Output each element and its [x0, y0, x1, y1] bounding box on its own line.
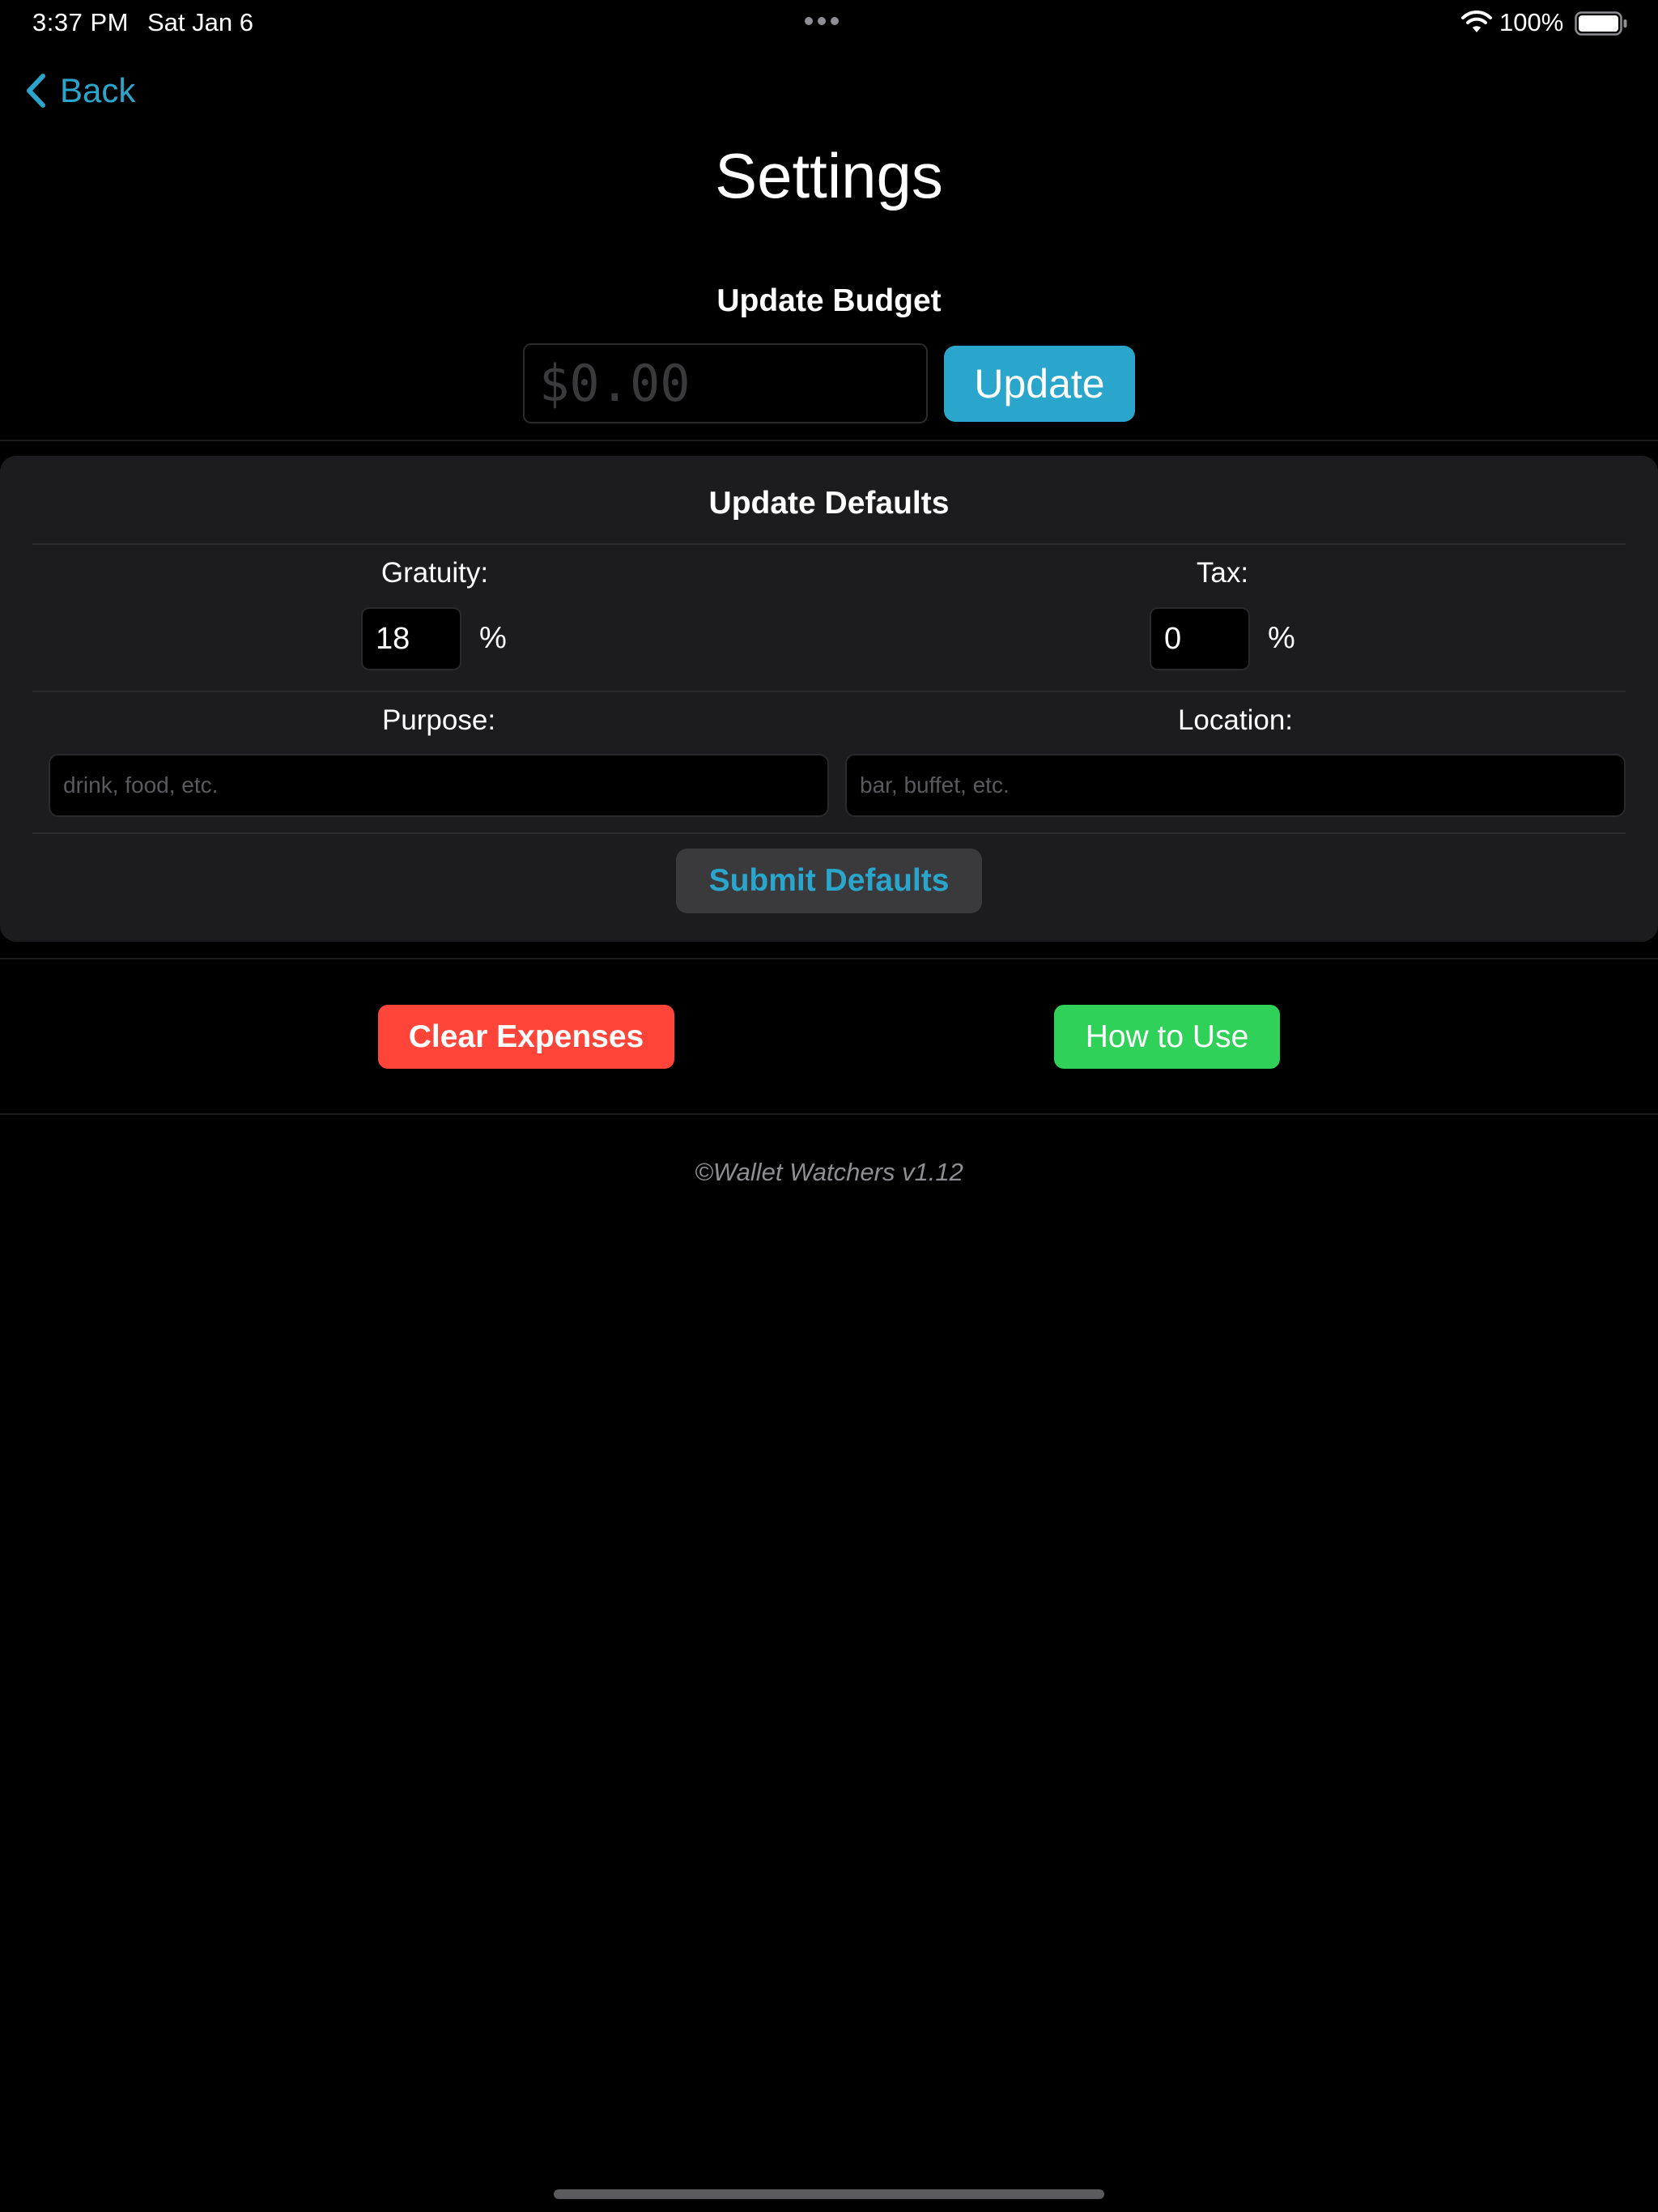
location-label: Location:: [1177, 704, 1294, 736]
card-divider: [32, 832, 1626, 834]
gratuity-label: Gratuity:: [380, 557, 489, 589]
version-text: ©Wallet Watchers v1.12: [695, 1158, 963, 1186]
purpose-label: Purpose:: [381, 704, 496, 736]
defaults-heading: Update Defaults: [708, 486, 950, 521]
budget-input[interactable]: [523, 343, 928, 423]
tax-percent-sign: %: [1268, 621, 1295, 655]
update-button[interactable]: Update: [944, 346, 1135, 422]
battery-percentage: 100%: [1499, 8, 1564, 36]
purpose-input[interactable]: [49, 754, 829, 817]
clear-expenses-button[interactable]: Clear Expenses: [378, 1005, 674, 1069]
multitask-dots-icon[interactable]: [805, 17, 839, 25]
gratuity-input[interactable]: [361, 607, 461, 670]
battery-icon: [1575, 11, 1627, 36]
divider: [0, 440, 1658, 441]
status-date: Sat Jan 6: [147, 8, 253, 36]
back-button[interactable]: Back: [23, 71, 135, 110]
how-to-use-button[interactable]: How to Use: [1054, 1005, 1280, 1069]
tax-label: Tax:: [1196, 557, 1249, 589]
card-divider: [32, 691, 1626, 692]
submit-defaults-button[interactable]: Submit Defaults: [676, 849, 982, 913]
gratuity-percent-sign: %: [479, 621, 507, 655]
divider: [0, 958, 1658, 959]
home-indicator[interactable]: [554, 2189, 1104, 2199]
tax-input[interactable]: [1150, 607, 1250, 670]
wifi-icon: [1461, 11, 1492, 32]
status-time: 3:37 PM: [32, 8, 129, 36]
divider: [0, 1113, 1658, 1115]
card-divider: [32, 543, 1626, 545]
page-title: Settings: [715, 140, 943, 211]
chevron-left-icon: [27, 74, 45, 108]
location-input[interactable]: [845, 754, 1626, 817]
back-label: Back: [60, 71, 136, 109]
budget-heading: Update Budget: [716, 283, 942, 318]
